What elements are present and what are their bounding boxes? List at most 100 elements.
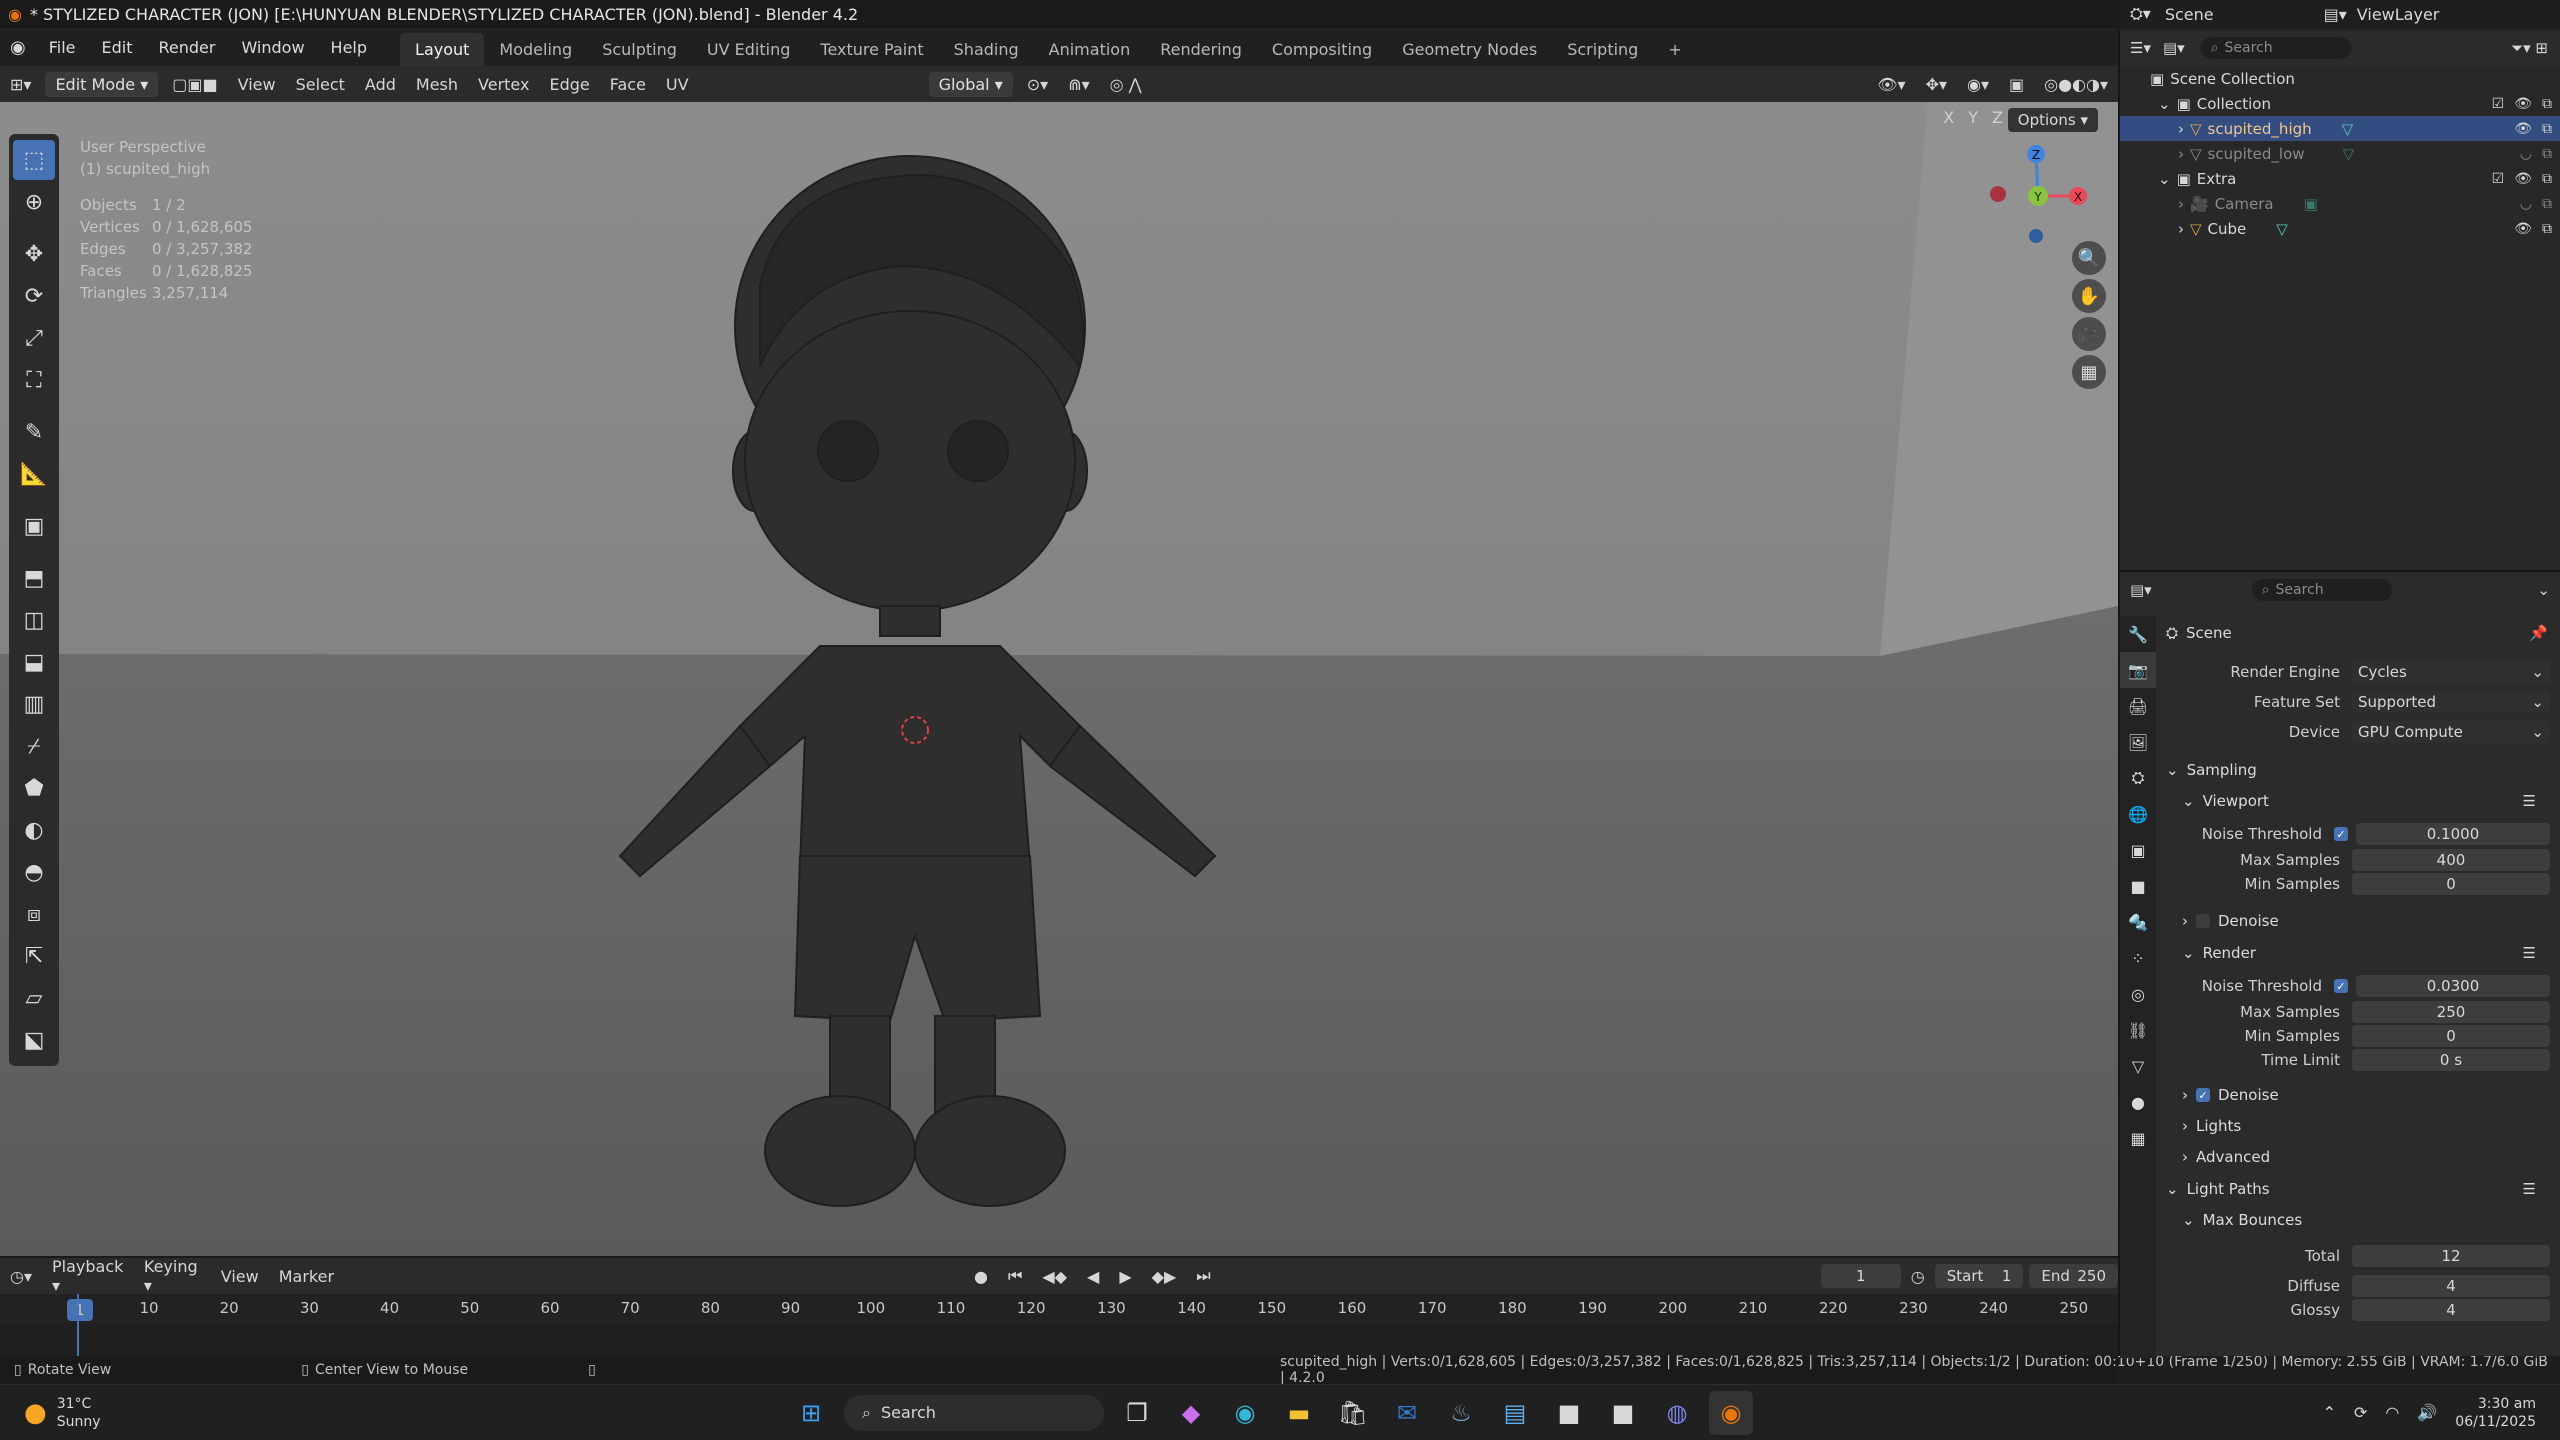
blender-menu-icon[interactable]: ◉ bbox=[0, 37, 36, 58]
r-noise-checkbox[interactable]: ✓ bbox=[2334, 979, 2348, 993]
outliner-row-scupited-low[interactable]: › ▽ scupited_low ▽ ◡ ⧉ bbox=[2120, 141, 2560, 166]
xray-icon[interactable]: ▣ bbox=[1999, 71, 2034, 98]
timeline-keying-menu[interactable]: Keying ▾ bbox=[134, 1253, 211, 1299]
mirror-y-toggle[interactable]: Y bbox=[1968, 108, 1978, 127]
r-denoise-checkbox[interactable]: ✓ bbox=[2196, 1088, 2210, 1102]
view-layer-tab-icon[interactable]: 🖼 bbox=[2120, 724, 2156, 760]
play-reverse-icon[interactable]: ◀ bbox=[1077, 1263, 1109, 1290]
outliner-row-extra[interactable]: ⌄ ▣ Extra ☑ 👁 ⧉ bbox=[2120, 166, 2560, 191]
list-icon[interactable]: ☰ bbox=[2523, 1180, 2536, 1198]
scene-icon[interactable]: ⛭▾ bbox=[2130, 4, 2151, 24]
transform-tool-icon[interactable]: ⛶ bbox=[13, 360, 55, 400]
current-frame-marker[interactable]: 1 bbox=[67, 1299, 93, 1321]
vp-noise-checkbox[interactable]: ✓ bbox=[2334, 827, 2348, 841]
eye-icon[interactable]: 👁 bbox=[2514, 96, 2532, 112]
shading-modes-icon[interactable]: ◎●◐◑▾ bbox=[2034, 71, 2118, 98]
outliner-row-scupited-high[interactable]: › ▽ scupited_high ▽ 👁 ⧉ bbox=[2120, 116, 2560, 141]
annotate-tool-icon[interactable]: ✎ bbox=[13, 412, 55, 452]
chevron-up-icon[interactable]: ⌃ bbox=[2323, 1403, 2336, 1422]
options-button[interactable]: Options ▾ bbox=[2007, 108, 2098, 132]
timeline-marker-menu[interactable]: Marker bbox=[269, 1263, 344, 1290]
shear-tool-icon[interactable]: ▱ bbox=[13, 978, 55, 1018]
light-paths-panel-header[interactable]: ⌄ Light Paths bbox=[2166, 1180, 2270, 1198]
file-explorer-icon[interactable]: ▬ bbox=[1277, 1391, 1321, 1435]
tab-rendering[interactable]: Rendering bbox=[1145, 33, 1257, 66]
tab-compositing[interactable]: Compositing bbox=[1257, 33, 1387, 66]
visibility-icon[interactable]: 👁▾ bbox=[1867, 71, 1915, 98]
edge-browser-icon[interactable]: ◉ bbox=[1223, 1391, 1267, 1435]
camera-render-icon[interactable]: ⧉ bbox=[2542, 171, 2552, 187]
tab-layout[interactable]: Layout bbox=[400, 33, 485, 66]
viewport-menu-vertex[interactable]: Vertex bbox=[468, 71, 539, 98]
taskbar-search[interactable]: ⌕ Search bbox=[844, 1394, 1104, 1431]
expand-chevron-icon[interactable]: ⌄ bbox=[2158, 95, 2171, 113]
vp-noise-field[interactable]: 0.1000 bbox=[2356, 823, 2550, 845]
pin-icon[interactable]: 📌 bbox=[2529, 624, 2548, 642]
viewport-subpanel-header[interactable]: ⌄ Viewport bbox=[2182, 792, 2269, 810]
view-layer-icon[interactable]: ▤▾ bbox=[2324, 5, 2347, 24]
rip-region-tool-icon[interactable]: ⬕ bbox=[13, 1020, 55, 1060]
expand-chevron-icon[interactable]: › bbox=[2178, 120, 2184, 138]
outliner-editor-icon[interactable]: ☰▾ bbox=[2130, 39, 2151, 57]
r-denoise-subpanel[interactable]: › ✓ Denoise bbox=[2182, 1086, 2279, 1104]
r-noise-field[interactable]: 0.0300 bbox=[2356, 975, 2550, 997]
sampling-panel-header[interactable]: ⌄ Sampling bbox=[2166, 761, 2257, 779]
mirror-x-toggle[interactable]: X bbox=[1943, 108, 1954, 127]
properties-editor-icon[interactable]: ▤▾ bbox=[2130, 581, 2152, 599]
viewport-menu-select[interactable]: Select bbox=[286, 71, 355, 98]
gizmo-toggle-icon[interactable]: ✥▾ bbox=[1916, 71, 1957, 98]
feature-set-dropdown[interactable]: Supported ⌄ bbox=[2352, 691, 2550, 713]
tool-tab-icon[interactable]: 🔧 bbox=[2120, 616, 2156, 652]
filter-icon[interactable]: ⏷▾ ⊞ bbox=[2511, 39, 2548, 57]
scene-collection-row[interactable]: ▣ Scene Collection bbox=[2120, 66, 2560, 91]
prev-keyframe-icon[interactable]: ◀◆ bbox=[1032, 1263, 1077, 1290]
outlook-icon[interactable]: ✉ bbox=[1385, 1391, 1429, 1435]
sketchup-layout-icon[interactable]: ■ bbox=[1601, 1391, 1645, 1435]
orientation-dropdown[interactable]: Global ▾ bbox=[928, 71, 1013, 97]
eye-icon[interactable]: 👁 bbox=[2514, 121, 2532, 137]
checkbox-icon[interactable]: ☑ bbox=[2492, 171, 2505, 187]
camera-render-icon[interactable]: ⧉ bbox=[2542, 121, 2552, 137]
overlay-toggle-icon[interactable]: ◉▾ bbox=[1957, 71, 1999, 98]
tab-shading[interactable]: Shading bbox=[939, 33, 1034, 66]
extrude-tool-icon[interactable]: ⬒ bbox=[13, 558, 55, 598]
tab-sculpting[interactable]: Sculpting bbox=[587, 33, 692, 66]
data-tab-icon[interactable]: ▽ bbox=[2120, 1048, 2156, 1084]
constraints-tab-icon[interactable]: ⛓ bbox=[2120, 1012, 2156, 1048]
output-tab-icon[interactable]: 🖨 bbox=[2120, 688, 2156, 724]
current-frame-field[interactable]: 1 bbox=[1820, 1264, 1901, 1288]
menu-window[interactable]: Window bbox=[228, 38, 317, 57]
tab-texture-paint[interactable]: Texture Paint bbox=[805, 33, 938, 66]
device-dropdown[interactable]: GPU Compute ⌄ bbox=[2352, 721, 2550, 743]
sketchup-icon[interactable]: ■ bbox=[1547, 1391, 1591, 1435]
steam-icon[interactable]: ♨ bbox=[1439, 1391, 1483, 1435]
frame-ruler[interactable]: 1 10 20 30 40 50 60 70 80 90 100 110 120 130 140 150 160… bbox=[0, 1294, 2118, 1324]
viewport-menu-view[interactable]: View bbox=[228, 71, 286, 98]
clock-icon[interactable]: ◷ bbox=[1901, 1263, 1935, 1290]
camera-render-icon[interactable]: ⧉ bbox=[2542, 146, 2552, 162]
pan-hand-icon[interactable]: ✋ bbox=[2072, 279, 2106, 313]
particles-tab-icon[interactable]: ⁘ bbox=[2120, 940, 2156, 976]
chevron-down-icon[interactable]: ⌄ bbox=[2537, 581, 2550, 599]
tab-scripting[interactable]: Scripting bbox=[1552, 33, 1653, 66]
camera-render-icon[interactable]: ⧉ bbox=[2542, 221, 2552, 237]
menu-edit[interactable]: Edit bbox=[89, 38, 146, 57]
viewport-menu-face[interactable]: Face bbox=[600, 71, 656, 98]
checkbox-icon[interactable]: ☑ bbox=[2492, 96, 2505, 112]
tab-geometry-nodes[interactable]: Geometry Nodes bbox=[1387, 33, 1552, 66]
rotate-tool-icon[interactable]: ⟳ bbox=[13, 276, 55, 316]
poly-build-tool-icon[interactable]: ⬟ bbox=[13, 768, 55, 808]
teams-icon[interactable]: ◍ bbox=[1655, 1391, 1699, 1435]
tab-animation[interactable]: Animation bbox=[1034, 33, 1146, 66]
timeline-editor-icon[interactable]: ◷▾ bbox=[0, 1263, 42, 1290]
snap-icon[interactable]: ⋒▾ bbox=[1058, 71, 1099, 98]
mirror-z-toggle[interactable]: Z bbox=[1992, 108, 2003, 127]
texture-tab-icon[interactable]: ▦ bbox=[2120, 1120, 2156, 1156]
add-cube-tool-icon[interactable]: ▣ bbox=[13, 506, 55, 546]
vp-denoise-subpanel[interactable]: › Denoise bbox=[2182, 912, 2279, 930]
vp-min-samples-field[interactable]: 0 bbox=[2352, 873, 2550, 895]
knife-tool-icon[interactable]: ⌿ bbox=[13, 726, 55, 766]
3d-viewport[interactable]: ⊞▾ Edit Mode ▾ ▢▣■ View Select Add Mesh … bbox=[0, 66, 2118, 1256]
outliner-row-camera[interactable]: › 🎥 Camera ▣ ◡ ⧉ bbox=[2120, 191, 2560, 216]
select-mode-icons[interactable]: ▢▣■ bbox=[162, 71, 227, 98]
